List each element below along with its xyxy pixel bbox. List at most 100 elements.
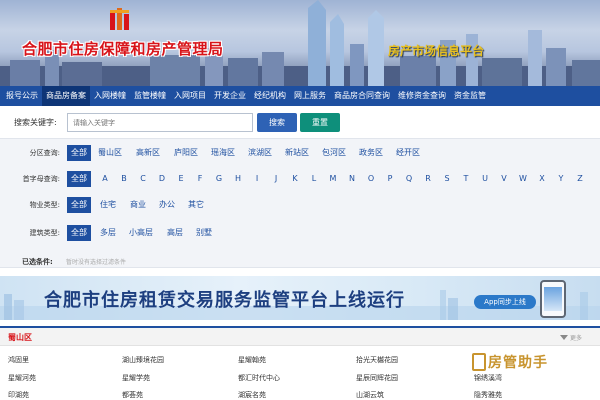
initial-option[interactable]: K	[290, 171, 300, 187]
property-type-option-all[interactable]: 全部	[67, 197, 91, 213]
search-bar: 搜索关键字: 搜索 重置	[0, 112, 600, 134]
nav-item-supervised-buildings[interactable]: 监管楼幢	[130, 86, 170, 106]
initial-option[interactable]: E	[176, 171, 186, 187]
listing-item[interactable]: 山湖云筑	[356, 390, 384, 400]
district-option[interactable]: 新站区	[285, 145, 309, 161]
district-option-all[interactable]: 全部	[67, 145, 91, 161]
district-section-header: 蜀山区 更多	[0, 326, 600, 346]
initial-option[interactable]: W	[518, 171, 528, 187]
listing-item[interactable]: 锦绣溪湾	[474, 373, 502, 383]
main-nav: 报号公示 商品房备案 入网楼幢 监管楼幢 入网项目 开发企业 经纪机构 网上服务…	[0, 86, 600, 106]
nav-item-maintenance-fund-query[interactable]: 维修资金查询	[394, 86, 450, 106]
rental-platform-ad-banner[interactable]: 合肥市住房租赁交易服务监管平台上线运行 App同步上线	[0, 276, 600, 320]
ad-title: 合肥市住房租赁交易服务监管平台上线运行	[44, 290, 405, 311]
initial-option[interactable]: T	[461, 171, 471, 187]
nav-item-networked-buildings[interactable]: 入网楼幢	[90, 86, 130, 106]
initial-option[interactable]: U	[480, 171, 490, 187]
initial-option[interactable]: X	[537, 171, 547, 187]
filter-label-district: 分区查询:	[29, 149, 60, 157]
initial-option[interactable]: G	[214, 171, 224, 187]
filter-row-district: 分区查询: 全部 蜀山区 高新区 庐阳区 瑶海区 滨湖区 新站区 包河区 政务区…	[0, 145, 600, 161]
district-option[interactable]: 瑶海区	[211, 145, 235, 161]
initial-option[interactable]: V	[499, 171, 509, 187]
property-type-option[interactable]: 办公	[159, 197, 175, 213]
nav-item-networked-projects[interactable]: 入网项目	[170, 86, 210, 106]
header-banner: 合肥市住房保障和房产管理局 房产市场信息平台	[0, 0, 600, 86]
initial-option[interactable]: C	[138, 171, 148, 187]
listing-item[interactable]: 星辰同辉花园	[356, 373, 398, 383]
watermark-logo-icon	[472, 353, 486, 371]
selected-conditions-text: 暂时没有选择过滤条件	[66, 259, 127, 266]
listing-item[interactable]: 拾光天樾花园	[356, 355, 398, 365]
property-type-option[interactable]: 住宅	[100, 197, 116, 213]
property-type-option[interactable]: 商业	[130, 197, 146, 213]
phone-icon	[540, 280, 566, 318]
initial-option[interactable]: O	[366, 171, 376, 187]
initial-option[interactable]: D	[157, 171, 167, 187]
filter-label-property-type: 物业类型:	[29, 201, 60, 209]
filter-row-initial: 首字母查询: 全部 A B C D E F G H I J K L M N O …	[0, 171, 600, 187]
initial-option[interactable]: J	[271, 171, 281, 187]
listing-item[interactable]: 印湖苑	[8, 390, 29, 400]
site-title: 合肥市住房保障和房产管理局	[22, 40, 224, 58]
initial-option[interactable]: H	[233, 171, 243, 187]
filter-row-building-type: 建筑类型: 全部 多层 小高层 高层 别墅	[0, 225, 600, 241]
listing-item[interactable]: 星耀学苑	[122, 373, 150, 383]
initial-option[interactable]: N	[347, 171, 357, 187]
nav-item-contract-query[interactable]: 商品房合同查询	[330, 86, 394, 106]
district-option[interactable]: 经开区	[396, 145, 420, 161]
search-button[interactable]: 搜索	[257, 113, 297, 132]
initial-option[interactable]: Q	[404, 171, 414, 187]
filter-row-property-type: 物业类型: 全部 住宅 商业 办公 其它	[0, 197, 600, 213]
property-type-option[interactable]: 其它	[188, 197, 204, 213]
platform-subtitle: 房产市场信息平台	[388, 44, 485, 58]
listing-item[interactable]: 鸿固里	[8, 355, 29, 365]
listing-item[interactable]: 都荟苑	[122, 390, 143, 400]
initial-option[interactable]: S	[442, 171, 452, 187]
listing-item[interactable]: 星耀河苑	[8, 373, 36, 383]
listing-item[interactable]: 湖山臻境花园	[122, 355, 164, 365]
selected-conditions-label: 已选条件:	[22, 258, 53, 266]
district-option[interactable]: 庐阳区	[174, 145, 198, 161]
building-type-option-all[interactable]: 全部	[67, 225, 91, 241]
nav-item-commercial-filing[interactable]: 商品房备案	[42, 86, 90, 106]
district-option[interactable]: 滨湖区	[248, 145, 272, 161]
building-type-option[interactable]: 别墅	[196, 225, 212, 241]
initial-option[interactable]: M	[328, 171, 338, 187]
building-type-option[interactable]: 多层	[100, 225, 116, 241]
building-type-option[interactable]: 高层	[167, 225, 183, 241]
listing-item[interactable]: 隐秀雅苑	[474, 390, 502, 400]
nav-item-agencies[interactable]: 经纪机构	[250, 86, 290, 106]
nav-item-report-notice[interactable]: 报号公示	[0, 86, 42, 106]
initial-option[interactable]: I	[252, 171, 262, 187]
filter-panel: 分区查询: 全部 蜀山区 高新区 庐阳区 瑶海区 滨湖区 新站区 包河区 政务区…	[0, 138, 600, 268]
initial-option[interactable]: Y	[556, 171, 566, 187]
initial-option[interactable]: P	[385, 171, 395, 187]
initial-option[interactable]: F	[195, 171, 205, 187]
initial-option[interactable]: B	[119, 171, 129, 187]
initial-option[interactable]: L	[309, 171, 319, 187]
bureau-logo-icon	[110, 8, 129, 30]
initial-option-all[interactable]: 全部	[67, 171, 91, 187]
initial-option[interactable]: Z	[575, 171, 585, 187]
expand-icon[interactable]	[560, 333, 568, 341]
initial-option[interactable]: A	[100, 171, 110, 187]
building-type-option[interactable]: 小高层	[129, 225, 153, 241]
district-option[interactable]: 蜀山区	[98, 145, 122, 161]
listing-item[interactable]: 湖宸名苑	[238, 390, 266, 400]
listing-item[interactable]: 都汇时代中心	[238, 373, 280, 383]
more-link[interactable]: 更多	[570, 333, 582, 342]
district-option[interactable]: 高新区	[136, 145, 160, 161]
search-label: 搜索关键字:	[14, 118, 57, 127]
nav-item-online-service[interactable]: 网上服务	[290, 86, 330, 106]
nav-item-fund-supervision[interactable]: 资金监管	[450, 86, 490, 106]
listing-item[interactable]: 星耀翰苑	[238, 355, 266, 365]
district-option[interactable]: 包河区	[322, 145, 346, 161]
reset-button[interactable]: 重置	[300, 113, 340, 132]
nav-item-developers[interactable]: 开发企业	[210, 86, 250, 106]
phone-screen	[544, 287, 562, 311]
search-input[interactable]	[67, 113, 253, 132]
district-option[interactable]: 政务区	[359, 145, 383, 161]
initial-option[interactable]: R	[423, 171, 433, 187]
filter-label-building-type: 建筑类型:	[29, 229, 60, 237]
